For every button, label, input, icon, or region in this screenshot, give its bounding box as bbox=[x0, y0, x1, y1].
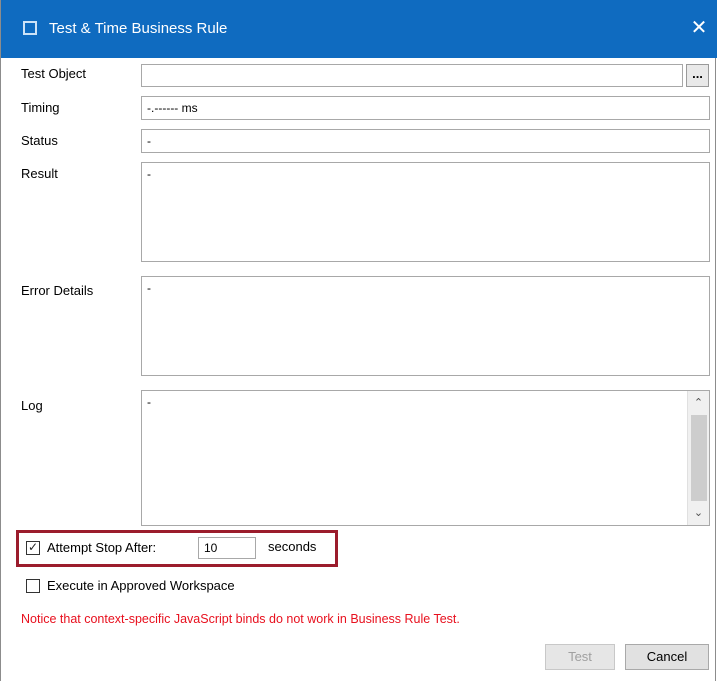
scroll-down-icon[interactable]: ⌄ bbox=[688, 503, 709, 523]
approved-workspace-checkbox[interactable] bbox=[26, 579, 40, 593]
browse-test-object-button[interactable]: ... bbox=[686, 64, 709, 87]
error-details-label: Error Details bbox=[21, 283, 94, 298]
timing-field: -.------ ms bbox=[141, 96, 710, 120]
attempt-stop-checkbox[interactable]: ✓ bbox=[26, 541, 40, 555]
status-field: - bbox=[141, 129, 710, 153]
test-object-label: Test Object bbox=[21, 66, 87, 81]
window-title: Test & Time Business Rule bbox=[49, 20, 228, 37]
log-scrollbar[interactable]: ⌃ ⌄ bbox=[687, 391, 709, 525]
cancel-button[interactable]: Cancel bbox=[625, 644, 709, 670]
status-label: Status bbox=[21, 133, 58, 148]
scroll-up-icon[interactable]: ⌃ bbox=[688, 393, 709, 413]
attempt-stop-seconds-input[interactable]: 10 bbox=[198, 537, 256, 559]
window-icon bbox=[23, 21, 37, 35]
log-textarea[interactable]: - bbox=[141, 390, 710, 526]
close-button[interactable]: ✕ bbox=[687, 14, 711, 42]
error-details-textarea[interactable]: - bbox=[141, 276, 710, 376]
test-object-input[interactable] bbox=[141, 64, 683, 87]
test-button[interactable]: Test bbox=[545, 644, 615, 670]
result-textarea[interactable]: - bbox=[141, 162, 710, 262]
result-label: Result bbox=[21, 166, 58, 181]
title-bar: Test & Time Business Rule ✕ bbox=[1, 0, 717, 58]
seconds-unit-label: seconds bbox=[268, 539, 317, 554]
scroll-thumb[interactable] bbox=[691, 415, 707, 501]
attempt-stop-label: Attempt Stop After: bbox=[47, 540, 157, 555]
log-label: Log bbox=[21, 398, 43, 413]
test-time-business-rule-dialog: Test & Time Business Rule ✕ Test Object … bbox=[0, 0, 717, 681]
timing-label: Timing bbox=[21, 100, 60, 115]
approved-workspace-label: Execute in Approved Workspace bbox=[47, 578, 235, 593]
notice-text: Notice that context-specific JavaScript … bbox=[21, 612, 460, 626]
